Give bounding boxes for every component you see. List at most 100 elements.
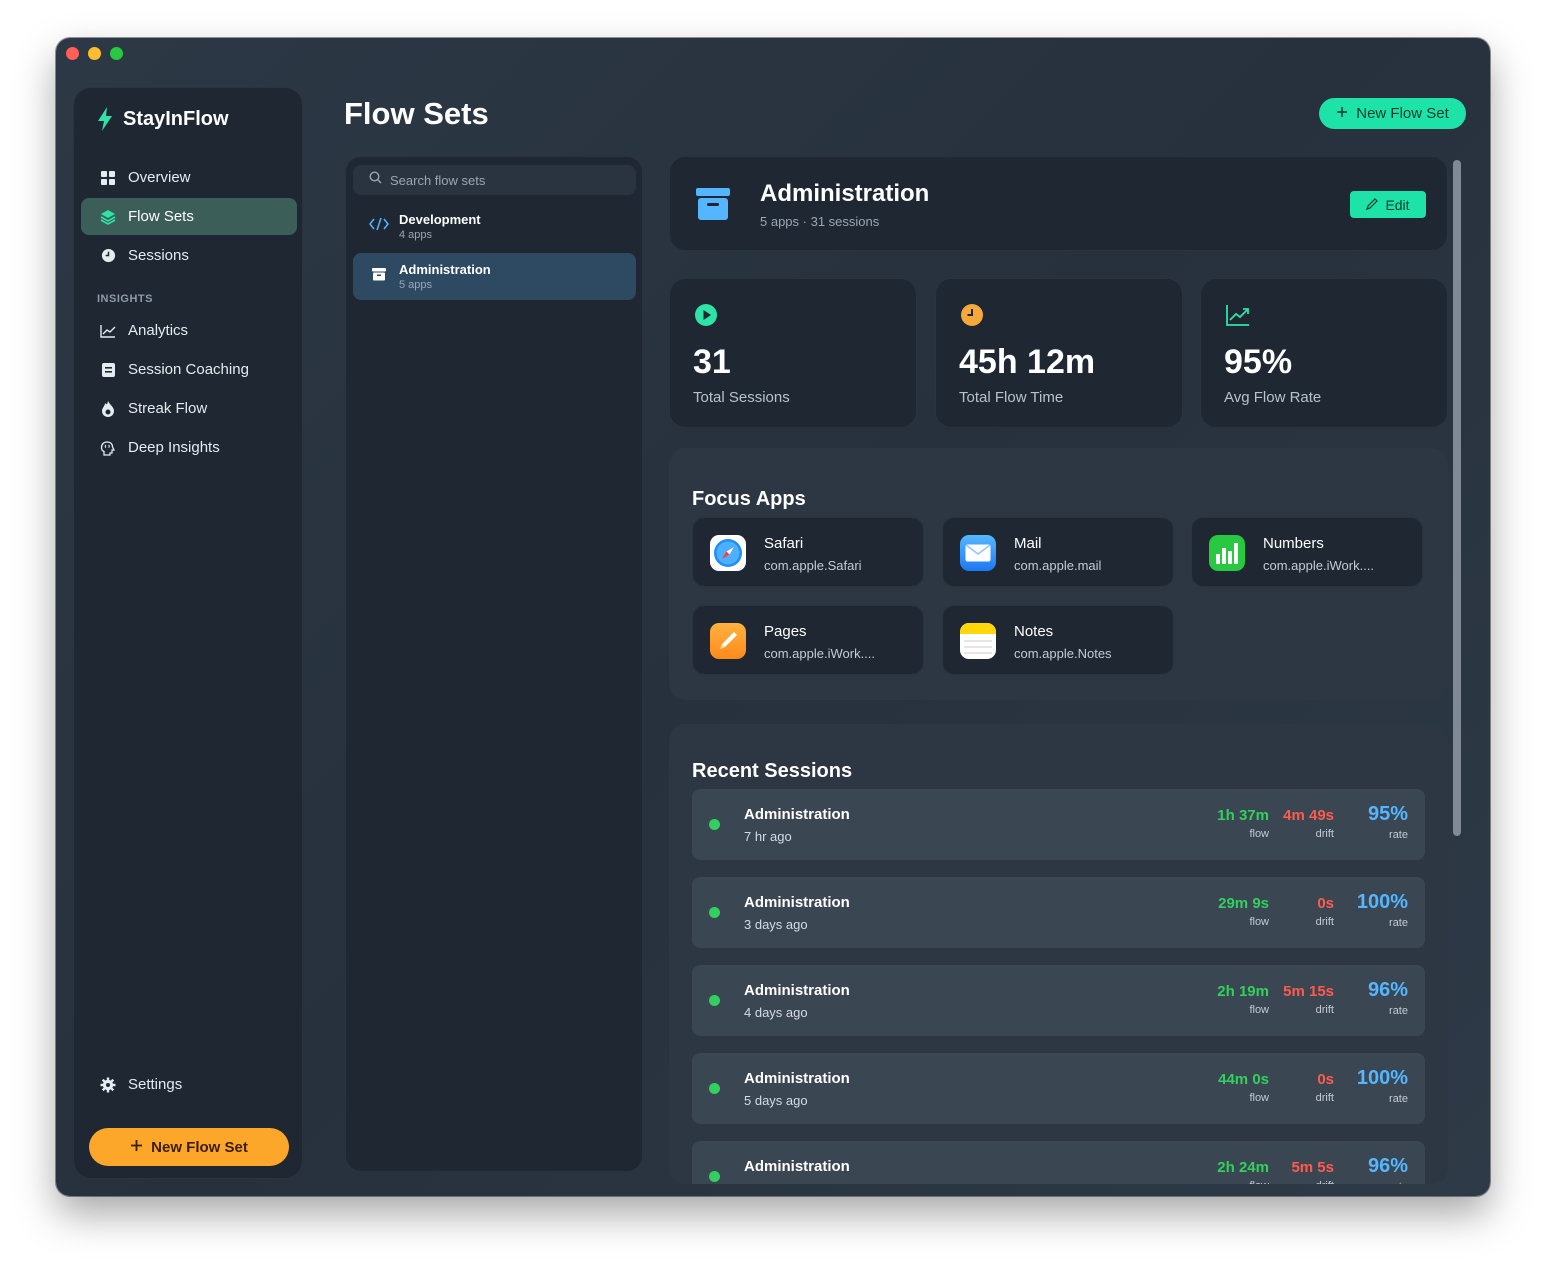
- rate-label: rate: [1389, 1005, 1408, 1017]
- focus-app-card[interactable]: Mail com.apple.mail: [942, 517, 1174, 587]
- focus-apps-panel: Focus Apps Safari com.apple.Safari Mail …: [669, 448, 1448, 700]
- session-time: 3 days ago: [744, 917, 808, 932]
- rate-metric: 96% rate: [1368, 1155, 1408, 1184]
- app-bundle-id: com.apple.iWork....: [1263, 558, 1375, 573]
- rate-value: 95%: [1367, 803, 1408, 825]
- new-flow-set-label: New Flow Set: [151, 1138, 248, 1156]
- search-box[interactable]: [353, 165, 636, 195]
- drift-value: 4m 49s: [1283, 807, 1334, 824]
- sidebar-item-settings[interactable]: Settings: [81, 1066, 297, 1103]
- flow-set-list: Development 4 apps Administration 5 apps: [345, 156, 643, 1172]
- grid-icon: [100, 170, 116, 186]
- flow-set-item-development[interactable]: Development 4 apps: [353, 203, 636, 250]
- rate-label: rate: [1368, 1181, 1408, 1184]
- stat-label: Total Sessions: [693, 389, 790, 406]
- clock-icon: [100, 248, 116, 264]
- drift-metric: 0s drift: [1316, 1071, 1334, 1104]
- flow-set-app-count: 5 apps: [399, 279, 433, 291]
- stat-card-total-sessions: 31 Total Sessions: [669, 278, 917, 428]
- drift-value: 5m 15s: [1283, 983, 1334, 1000]
- search-icon: [369, 171, 382, 189]
- focus-app-card[interactable]: Notes com.apple.Notes: [942, 605, 1174, 675]
- detail-scrollbar[interactable]: [1453, 160, 1461, 836]
- search-input[interactable]: [390, 172, 630, 188]
- drift-metric: 4m 49s drift: [1283, 807, 1334, 840]
- app-name: Pages: [764, 623, 807, 640]
- app-name: Numbers: [1263, 535, 1324, 552]
- sidebar-new-flow-set-button[interactable]: New Flow Set: [89, 1128, 289, 1166]
- stat-card-total-flow-time: 45h 12m Total Flow Time: [935, 278, 1183, 428]
- sidebar-item-session-coaching[interactable]: Session Coaching: [81, 351, 297, 388]
- rate-metric: 100% rate: [1357, 1067, 1408, 1105]
- session-time: 4 days ago: [744, 1005, 808, 1020]
- focus-apps-title: Focus Apps: [692, 488, 806, 510]
- trend-up-icon: [1225, 303, 1251, 332]
- sidebar-item-flow-sets[interactable]: Flow Sets: [81, 198, 297, 235]
- sidebar-item-label: Overview: [128, 169, 191, 186]
- drift-label: drift: [1315, 1092, 1334, 1104]
- edit-button[interactable]: Edit: [1350, 191, 1426, 218]
- app-bundle-id: com.apple.mail: [1014, 558, 1102, 573]
- status-dot: [709, 907, 720, 918]
- flow-metric: 1h 37m flow: [1217, 807, 1269, 840]
- session-name: Administration: [744, 1070, 850, 1087]
- focus-app-card[interactable]: Safari com.apple.Safari: [692, 517, 924, 587]
- flow-metric: 2h 19m flow: [1217, 983, 1269, 1016]
- close-window-button[interactable]: [66, 47, 79, 60]
- status-dot: [709, 1171, 720, 1182]
- window-controls: [66, 47, 123, 60]
- session-name: Administration: [744, 894, 850, 911]
- flow-set-name: Administration: [399, 262, 491, 277]
- session-row[interactable]: Administration 4 days ago 2h 19m flow 5m …: [692, 965, 1425, 1036]
- session-row[interactable]: Administration 3 days ago 29m 9s flow 0s d…: [692, 877, 1425, 948]
- focus-app-card[interactable]: Numbers com.apple.iWork....: [1191, 517, 1423, 587]
- flow-value: 29m 9s: [1218, 895, 1269, 912]
- flow-set-app-count: 4 apps: [399, 229, 433, 241]
- drift-value: 0s: [1317, 1071, 1334, 1088]
- flow-label: flow: [1217, 1180, 1269, 1184]
- sidebar-item-deep-insights[interactable]: Deep Insights: [81, 429, 297, 466]
- rate-value: 100%: [1356, 1067, 1408, 1089]
- layers-icon: [100, 209, 116, 225]
- sidebar: StayInFlow Overview Flow Sets Sessions I…: [73, 87, 303, 1179]
- minimize-window-button[interactable]: [88, 47, 101, 60]
- session-row[interactable]: Administration 7 hr ago 1h 37m flow 4m 49…: [692, 789, 1425, 860]
- sidebar-item-overview[interactable]: Overview: [81, 159, 297, 196]
- sidebar-item-analytics[interactable]: Analytics: [81, 312, 297, 349]
- clipboard-icon: [100, 362, 116, 378]
- flow-label: flow: [1249, 828, 1269, 840]
- stat-value: 95%: [1224, 343, 1293, 381]
- flow-value: 44m 0s: [1218, 1071, 1269, 1088]
- rate-value: 96%: [1367, 979, 1408, 1001]
- flow-set-item-administration[interactable]: Administration 5 apps: [353, 253, 636, 300]
- drift-value: 5m 5s: [1291, 1159, 1334, 1176]
- app-name: Notes: [1014, 623, 1054, 640]
- stat-value: 45h 12m: [959, 343, 1096, 381]
- page-title: Flow Sets: [344, 96, 489, 131]
- rate-label: rate: [1389, 917, 1408, 929]
- sidebar-item-label: Analytics: [128, 322, 189, 339]
- new-flow-set-button[interactable]: New Flow Set: [1319, 98, 1466, 129]
- play-icon: [694, 303, 718, 332]
- brand: StayInFlow: [96, 106, 229, 132]
- rate-label: rate: [1389, 829, 1408, 841]
- focus-app-card[interactable]: Pages com.apple.iWork....: [692, 605, 924, 675]
- sidebar-item-streak-flow[interactable]: Streak Flow: [81, 390, 297, 427]
- sidebar-item-sessions[interactable]: Sessions: [81, 237, 297, 274]
- clock-icon: [960, 303, 984, 332]
- stat-value: 31: [693, 343, 731, 381]
- drift-label: drift: [1315, 916, 1334, 928]
- zoom-window-button[interactable]: [110, 47, 123, 60]
- flow-value: 1h 37m: [1217, 807, 1269, 824]
- gear-icon: [100, 1077, 116, 1093]
- session-row[interactable]: Administration 2h 24m flow 5m 5s drift 96%…: [692, 1141, 1425, 1184]
- drift-metric: 5m 15s drift: [1283, 983, 1334, 1016]
- sidebar-item-label: Sessions: [128, 247, 189, 264]
- flow-set-subtitle: 5 apps · 31 sessions: [760, 214, 880, 229]
- session-row[interactable]: Administration 5 days ago 44m 0s flow 0s d…: [692, 1053, 1425, 1124]
- code-icon: [369, 217, 389, 236]
- flow-label: flow: [1249, 1092, 1269, 1104]
- stat-label: Avg Flow Rate: [1224, 389, 1322, 406]
- app-name: Mail: [1014, 535, 1042, 552]
- drift-label: drift: [1291, 1180, 1334, 1184]
